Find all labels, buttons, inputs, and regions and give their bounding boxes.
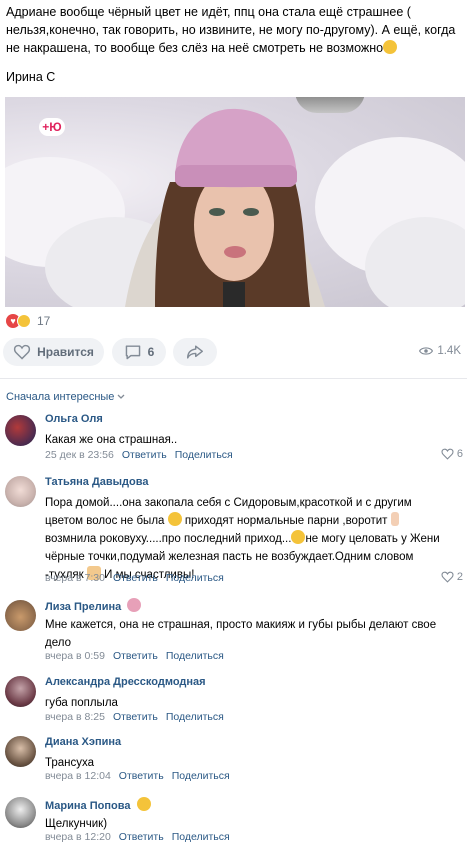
comment-item: Александра Дресскодмодная губа поплыла в… — [0, 676, 467, 724]
avatar[interactable] — [5, 415, 36, 446]
share-link[interactable]: Поделиться — [172, 770, 230, 782]
chevron-down-icon — [117, 394, 125, 399]
comment-text: Мне кажется, она не страшная, просто мак… — [45, 619, 437, 649]
reply-link[interactable]: Ответить — [113, 650, 158, 662]
comment-like-button[interactable]: 6 — [441, 448, 463, 460]
reply-link[interactable]: Ответить — [119, 831, 164, 842]
post-author: Ирина С — [6, 70, 56, 84]
comment-author[interactable]: Марина Попова — [45, 797, 151, 812]
reply-link[interactable]: Ответить — [113, 711, 158, 723]
comment-item: Ольга Оля Какая же она страшная.. 25 дек… — [0, 413, 467, 463]
comment-author[interactable]: Диана Хэпина — [45, 736, 121, 748]
heart-icon — [13, 344, 31, 360]
post-text: Адриане вообще чёрный цвет не идёт, ппц … — [6, 3, 461, 57]
comment-text-part: возмнила роковуху.....про последний прих… — [45, 533, 292, 545]
comment-author[interactable]: Лиза Прелина — [45, 598, 142, 613]
like-button[interactable]: Нравится — [3, 338, 104, 366]
share-link[interactable]: Поделиться — [175, 449, 233, 461]
finger-emoji-icon — [390, 512, 399, 526]
woman-illustration — [125, 108, 325, 307]
comment-like-count: 6 — [456, 448, 463, 460]
comment-date[interactable]: вчера в 8:25 — [45, 711, 105, 723]
share-link[interactable]: Поделиться — [166, 572, 224, 584]
comment-like-button[interactable]: 2 — [441, 571, 463, 583]
avatar[interactable] — [5, 736, 36, 767]
comment-author[interactable]: Ольга Оля — [45, 413, 103, 425]
comment-meta: вчера в 8:25 Ответить Поделиться — [45, 711, 224, 723]
views-count: 1.4K — [437, 345, 461, 357]
comment-author[interactable]: Татьяна Давыдова — [45, 476, 149, 488]
reply-link[interactable]: Ответить — [113, 572, 158, 584]
grinning-emoji-icon — [383, 40, 398, 54]
reply-link[interactable]: Ответить — [122, 449, 167, 461]
post-actions: Нравится 6 1.4K — [3, 338, 463, 366]
comment-item: Марина Попова Щелкунчик) вчера в 12:20 О… — [0, 797, 467, 842]
share-button[interactable] — [173, 338, 217, 366]
comment-like-count: 2 — [456, 571, 463, 583]
avatar[interactable] — [5, 476, 36, 507]
comment-author[interactable]: Александра Дресскодмодная — [45, 676, 206, 688]
share-link[interactable]: Поделиться — [166, 650, 224, 662]
share-link[interactable]: Поделиться — [172, 831, 230, 842]
comments-button[interactable]: 6 — [112, 338, 166, 366]
face-emoji-icon — [291, 530, 306, 544]
comment-text: губа поплыла — [45, 697, 118, 709]
crying-emoji-icon — [17, 314, 31, 328]
comment-meta: вчера в 0:59 Ответить Поделиться — [45, 650, 224, 662]
reactions-summary[interactable]: ♥ 17 — [6, 314, 50, 328]
post-photo[interactable]: +Ю — [5, 97, 465, 307]
views-counter: 1.4K — [419, 345, 461, 357]
share-link[interactable]: Поделиться — [166, 711, 224, 723]
comment-author-name: Лиза Прелина — [45, 601, 122, 613]
like-label: Нравится — [37, 345, 94, 359]
sort-label: Сначала интересные — [6, 391, 115, 403]
comment-item: Лиза Прелина Мне кажется, она не страшна… — [0, 598, 467, 664]
comment-meta: вчера в 12:20 Ответить Поделиться — [45, 831, 230, 842]
comment-icon — [125, 345, 140, 360]
heart-icon — [441, 571, 454, 583]
comment-item: Татьяна Давыдова Пора домой....она закоп… — [0, 476, 467, 588]
divider — [0, 378, 467, 379]
sunglasses-emoji-icon — [136, 797, 151, 811]
comment-text: Пора домой....она закопала себя с Сидоро… — [45, 494, 450, 584]
comment-author-name: Марина Попова — [45, 800, 131, 812]
comment-date[interactable]: вчера в 7:30 — [45, 572, 105, 584]
comment-text: Какая же она страшная.. — [45, 434, 178, 446]
comments-count: 6 — [147, 345, 155, 359]
share-icon — [187, 345, 203, 359]
eye-icon — [419, 347, 434, 355]
comment-date[interactable]: вчера в 0:59 — [45, 650, 105, 662]
avatar[interactable] — [5, 797, 36, 828]
post-page: Адриане вообще чёрный цвет не идёт, ппц … — [0, 0, 467, 842]
avatar[interactable] — [5, 600, 36, 631]
heart-icon — [441, 448, 454, 460]
face-emoji-icon — [167, 512, 182, 526]
comment-date[interactable]: 25 дек в 23:56 — [45, 449, 114, 461]
cat-emoji-icon — [127, 598, 142, 612]
comment-meta: 25 дек в 23:56 Ответить Поделиться — [45, 449, 233, 461]
reply-link[interactable]: Ответить — [119, 770, 164, 782]
comment-meta: вчера в 7:30 Ответить Поделиться — [45, 572, 224, 584]
comment-text-part: приходят нормальные парни ,воротит — [184, 515, 388, 527]
avatar[interactable] — [5, 676, 36, 707]
reactions-count: 17 — [37, 314, 51, 328]
comment-meta: вчера в 12:04 Ответить Поделиться — [45, 770, 230, 782]
comment-item: Диана Хэпина Трансуха вчера в 12:04 Отве… — [0, 736, 467, 784]
comment-date[interactable]: вчера в 12:20 — [45, 831, 111, 842]
comments-sort-dropdown[interactable]: Сначала интересные — [6, 391, 125, 403]
comment-date[interactable]: вчера в 12:04 — [45, 770, 111, 782]
